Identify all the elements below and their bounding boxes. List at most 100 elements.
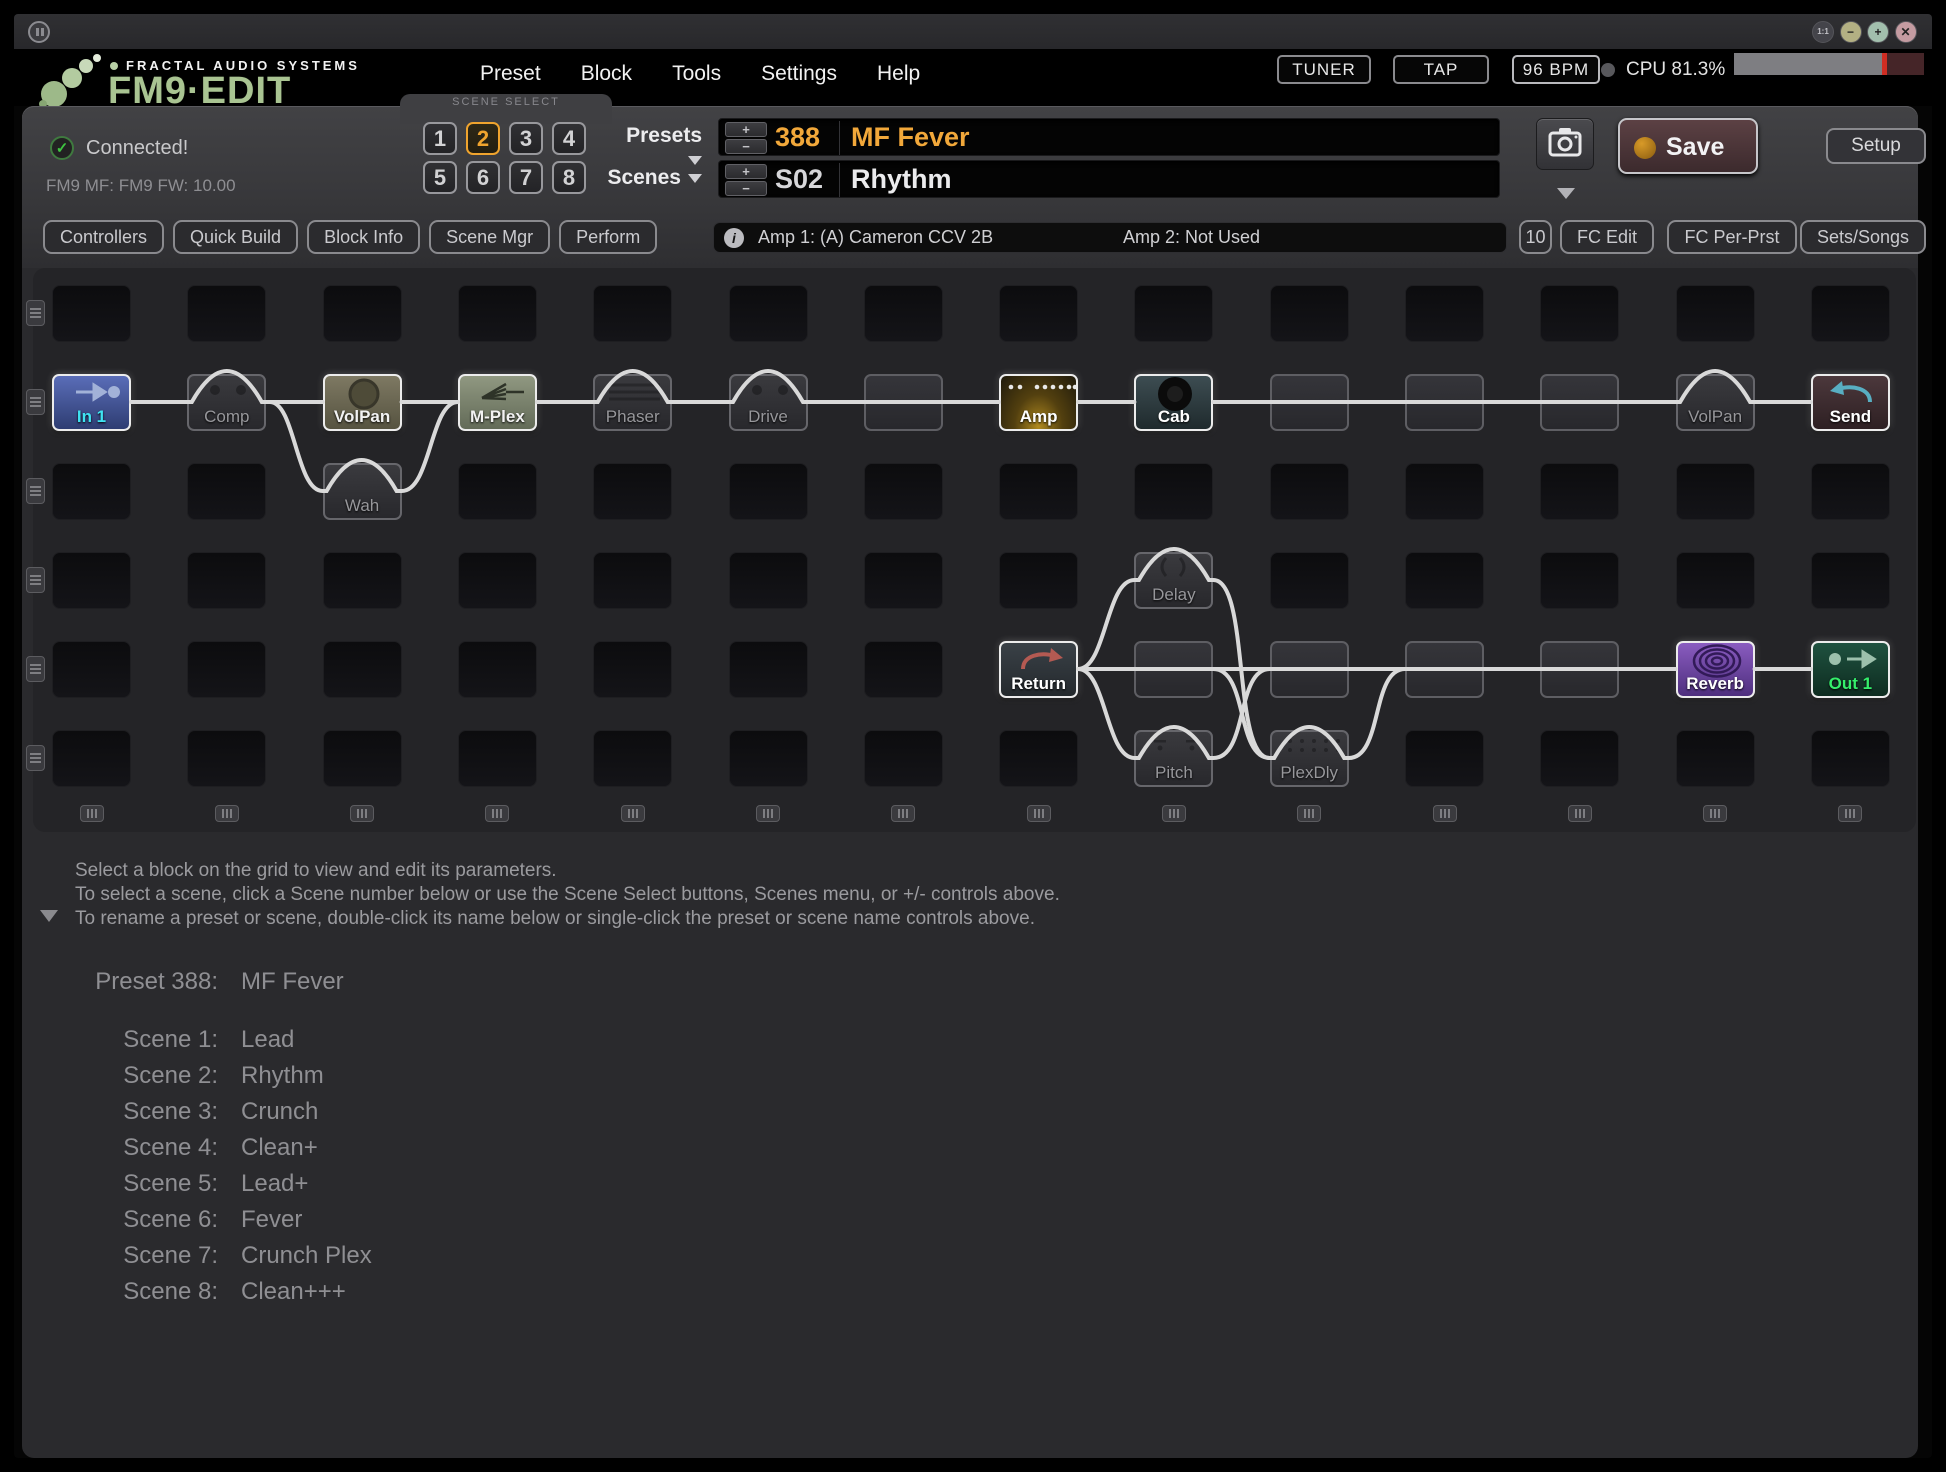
column-handle[interactable] <box>756 805 780 822</box>
grid-cell[interactable] <box>458 552 537 609</box>
block-amp[interactable]: Amp <box>999 374 1078 431</box>
grid-cell[interactable] <box>999 552 1078 609</box>
close-icon[interactable]: ✕ <box>1895 21 1917 43</box>
toolbar-scene-mgr[interactable]: Scene Mgr <box>429 220 550 254</box>
scene-increment-button[interactable]: + <box>725 164 767 179</box>
row-handle[interactable] <box>26 656 45 682</box>
snapshot-button[interactable] <box>1536 118 1594 170</box>
bpm-display[interactable]: 96 BPM <box>1512 55 1600 84</box>
grid-cell[interactable] <box>323 552 402 609</box>
shunt-block[interactable] <box>1540 641 1619 698</box>
grid-cell[interactable] <box>729 285 808 342</box>
shunt-block[interactable] <box>1405 374 1484 431</box>
grid-cell[interactable] <box>729 463 808 520</box>
grid-cell[interactable] <box>729 730 808 787</box>
column-handle[interactable] <box>1027 805 1051 822</box>
toolbar-fc-per-prst[interactable]: FC Per-Prst <box>1667 220 1797 254</box>
grid-cell[interactable] <box>999 730 1078 787</box>
footer-scene-2-name[interactable]: Rhythm <box>241 1062 324 1090</box>
scene-button-3[interactable]: 3 <box>509 122 543 155</box>
menu-help[interactable]: Help <box>877 62 920 86</box>
collapse-caret-icon[interactable] <box>40 910 58 922</box>
grid-cell[interactable] <box>1270 463 1349 520</box>
footer-scene-6-name[interactable]: Fever <box>241 1206 302 1234</box>
scene-button-7[interactable]: 7 <box>509 161 543 194</box>
grid-cell[interactable] <box>1811 463 1890 520</box>
grid-cell[interactable] <box>999 285 1078 342</box>
grid-cell[interactable] <box>323 730 402 787</box>
scene-name[interactable]: Rhythm <box>851 164 952 195</box>
minimize-icon[interactable]: − <box>1840 21 1862 43</box>
menu-preset[interactable]: Preset <box>480 62 541 86</box>
shunt-block[interactable] <box>1270 374 1349 431</box>
column-handle[interactable] <box>1838 805 1862 822</box>
column-handle[interactable] <box>215 805 239 822</box>
scene-button-6[interactable]: 6 <box>466 161 500 194</box>
row-handle[interactable] <box>26 389 45 415</box>
snapshot-caret-icon[interactable] <box>1557 188 1575 199</box>
grid-cell[interactable] <box>729 552 808 609</box>
grid-cell[interactable] <box>52 641 131 698</box>
block-reverb[interactable]: Reverb <box>1676 641 1755 698</box>
toolbar-10[interactable]: 10 <box>1519 220 1552 254</box>
grid-cell[interactable] <box>323 285 402 342</box>
row-handle[interactable] <box>26 745 45 771</box>
grid-cell[interactable] <box>1676 285 1755 342</box>
preset-increment-button[interactable]: + <box>725 122 767 137</box>
scenes-menu[interactable]: Scenes <box>606 166 702 190</box>
title-bar[interactable]: 1:1−+✕ <box>14 14 1932 50</box>
grid-cell[interactable] <box>864 641 943 698</box>
grid-cell[interactable] <box>1540 463 1619 520</box>
footer-scene-3-name[interactable]: Crunch <box>241 1098 318 1126</box>
block-plexdly[interactable]: PlexDly <box>1270 730 1349 787</box>
grid-cell[interactable] <box>593 641 672 698</box>
grid-cell[interactable] <box>864 730 943 787</box>
grid-cell[interactable] <box>458 641 537 698</box>
menu-block[interactable]: Block <box>581 62 632 86</box>
block-phaser[interactable]: Phaser <box>593 374 672 431</box>
column-handle[interactable] <box>350 805 374 822</box>
grid-cell[interactable] <box>1270 285 1349 342</box>
grid-cell[interactable] <box>458 463 537 520</box>
block-out-1[interactable]: Out 1 <box>1811 641 1890 698</box>
zoom-in-icon[interactable]: + <box>1867 21 1889 43</box>
shunt-block[interactable] <box>1134 641 1213 698</box>
grid-cell[interactable] <box>1676 730 1755 787</box>
preset-number[interactable]: 388 <box>775 122 833 153</box>
grid-cell[interactable] <box>458 730 537 787</box>
scene-decrement-button[interactable]: − <box>725 181 767 196</box>
column-handle[interactable] <box>1433 805 1457 822</box>
footer-scene-4-name[interactable]: Clean+ <box>241 1134 318 1162</box>
footer-scene-5-name[interactable]: Lead+ <box>241 1170 308 1198</box>
preset-name[interactable]: MF Fever <box>851 122 970 153</box>
grid-cell[interactable] <box>187 463 266 520</box>
footer-scene-8-name[interactable]: Clean+++ <box>241 1278 346 1306</box>
grid-cell[interactable] <box>1540 285 1619 342</box>
scene-button-4[interactable]: 4 <box>552 122 586 155</box>
grid-cell[interactable] <box>864 552 943 609</box>
grid-cell[interactable] <box>999 463 1078 520</box>
column-handle[interactable] <box>1297 805 1321 822</box>
grid-cell[interactable] <box>1811 552 1890 609</box>
grid-cell[interactable] <box>323 641 402 698</box>
grid-cell[interactable] <box>187 285 266 342</box>
grid-cell[interactable] <box>593 730 672 787</box>
shunt-block[interactable] <box>1540 374 1619 431</box>
column-handle[interactable] <box>1703 805 1727 822</box>
grid-cell[interactable] <box>187 730 266 787</box>
column-handle[interactable] <box>1162 805 1186 822</box>
block-pitch[interactable]: Pitch <box>1134 730 1213 787</box>
grid-cell[interactable] <box>864 463 943 520</box>
toolbar-block-info[interactable]: Block Info <box>307 220 420 254</box>
menu-settings[interactable]: Settings <box>761 62 837 86</box>
grid-cell[interactable] <box>52 552 131 609</box>
grid-cell[interactable] <box>593 552 672 609</box>
shunt-block[interactable] <box>1405 641 1484 698</box>
grid-cell[interactable] <box>52 463 131 520</box>
grid-cell[interactable] <box>1540 552 1619 609</box>
grid-cell[interactable] <box>1134 463 1213 520</box>
toolbar-quick-build[interactable]: Quick Build <box>173 220 298 254</box>
presets-menu[interactable]: Presets <box>606 124 702 172</box>
grid-cell[interactable] <box>864 285 943 342</box>
footer-scene-7-name[interactable]: Crunch Plex <box>241 1242 372 1270</box>
